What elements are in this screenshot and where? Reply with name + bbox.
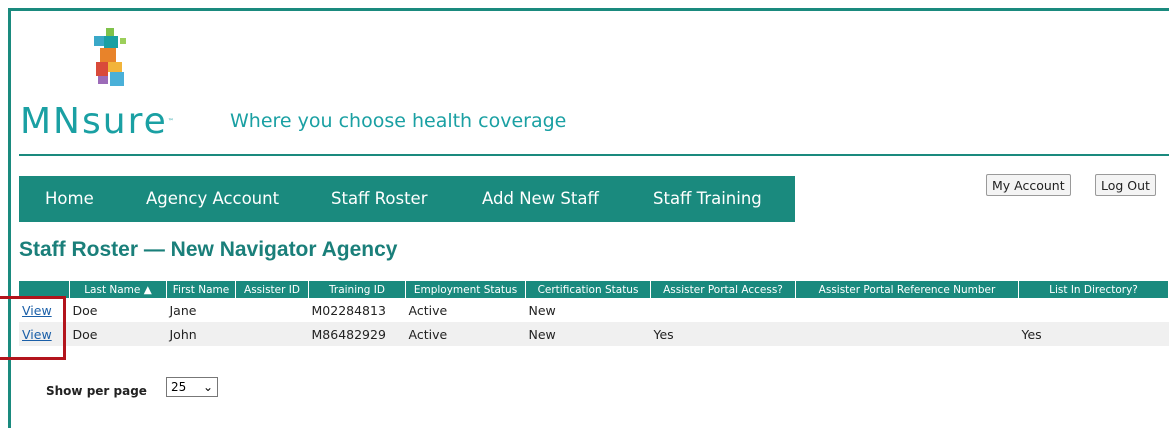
cell-first-name: Jane [169,302,197,318]
table-row: View Doe John M86482929 Active New Yes Y… [19,322,1169,346]
col-portal-access[interactable]: Assister Portal Access? [650,281,796,298]
nav-home[interactable]: Home [45,189,94,208]
cell-last-name: Doe [69,322,167,346]
main-nav: Home Agency Account Staff Roster Add New… [19,176,795,222]
mnsure-logo-icon [92,28,132,90]
cell-assister-id [236,298,309,322]
nav-staff-training[interactable]: Staff Training [653,189,762,208]
header-divider [19,154,1169,156]
cell-list-in-directory: Yes [1018,322,1169,346]
col-employment-status[interactable]: Employment Status [405,281,526,298]
nav-add-new-staff[interactable]: Add New Staff [482,189,599,208]
nav-staff-roster[interactable]: Staff Roster [331,189,428,208]
cell-certification-status: New [528,302,556,318]
cell-employment-status: Active [408,302,448,318]
my-account-button[interactable]: My Account [986,174,1071,196]
col-first-name[interactable]: First Name [166,281,236,298]
col-certification-status[interactable]: Certification Status [525,281,651,298]
col-last-name[interactable]: Last Name ▲ [69,281,167,298]
cell-first-name: John [166,322,236,346]
cell-employment-status: Active [405,322,526,346]
chevron-down-icon: ⌄ [202,380,213,394]
col-list-in-directory[interactable]: List In Directory? [1018,281,1169,298]
cell-portal-access [651,298,796,322]
page-title: Staff Roster — New Navigator Agency [19,238,398,261]
cell-portal-access: Yes [650,322,796,346]
col-portal-reference[interactable]: Assister Portal Reference Number [795,281,1019,298]
cell-assister-id [235,322,309,346]
cell-list-in-directory [1019,298,1169,322]
per-page-value: 25 [171,380,187,394]
mnsure-logo-text: MNsure™ [20,101,174,142]
cell-portal-reference [796,298,1019,322]
cell-training-id: M02284813 [311,302,386,318]
tagline: Where you choose health coverage [230,110,567,132]
per-page-select[interactable]: 25 ⌄ [166,377,218,397]
col-assister-id[interactable]: Assister ID [235,281,309,298]
highlight-box [0,296,66,360]
per-page-label: Show per page [46,384,147,398]
cell-training-id: M86482929 [308,322,406,346]
table-header-row: Last Name ▲ First Name Assister ID Train… [19,281,1169,298]
log-out-button[interactable]: Log Out [1095,174,1156,196]
cell-certification-status: New [525,322,651,346]
cell-last-name: Doe [72,302,98,318]
cell-portal-reference [795,322,1019,346]
staff-roster-table: Last Name ▲ First Name Assister ID Train… [19,281,1169,346]
col-training-id[interactable]: Training ID [308,281,406,298]
nav-agency-account[interactable]: Agency Account [146,189,279,208]
table-row: View Doe Jane M02284813 Active New [19,298,1169,322]
